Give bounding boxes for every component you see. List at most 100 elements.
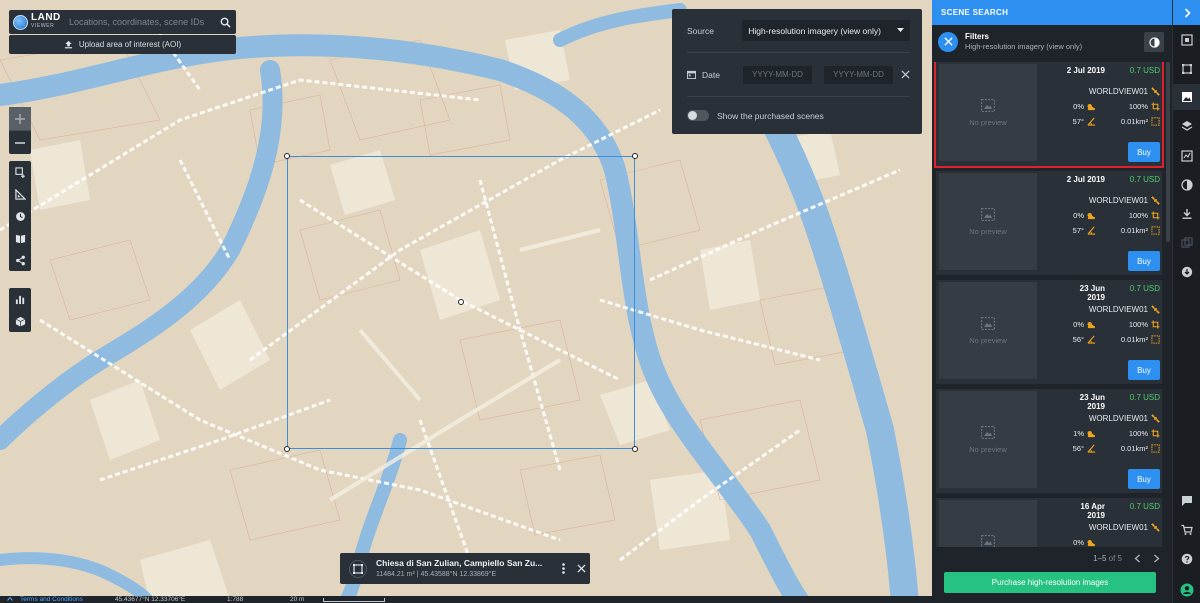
draw-aoi-button[interactable] [9, 161, 31, 183]
filters-subtitle: High-resolution imagery (view only) [965, 41, 1083, 51]
date-from-input[interactable]: YYYY-MM-DD [743, 65, 812, 84]
scene-preview[interactable]: No preview [939, 391, 1037, 488]
crop-icon [1151, 102, 1160, 111]
status-bar: Terms and Conditions 45.43677°N 12.33706… [0, 596, 932, 603]
share-button[interactable] [9, 249, 31, 271]
scene-date: 2 Jul 2019 [1066, 66, 1105, 75]
scene-satellite: WORLDVIEW01 [1088, 196, 1148, 205]
contrast-button[interactable] [1144, 32, 1164, 52]
buy-button[interactable]: Buy [1128, 360, 1160, 380]
rail-analytics-button[interactable] [1173, 143, 1200, 169]
app-logo[interactable]: LAND VIEWER [9, 10, 65, 34]
rail-import-button[interactable] [1173, 259, 1200, 285]
area-icon [1151, 226, 1160, 235]
image-placeholder-icon [981, 207, 995, 221]
pager-range: 1–5 [1093, 553, 1107, 563]
scene-off-nadir: 57° [1072, 226, 1084, 235]
3d-view-button[interactable] [9, 310, 31, 332]
rail-chat-button[interactable] [1173, 488, 1200, 514]
scene-card[interactable]: No preview 16 Apr 2019 0.7 USD WORLDVIEW01 0… [936, 498, 1162, 547]
scene-list-scrollbar[interactable] [1166, 62, 1170, 242]
upload-aoi-button[interactable]: Upload area of interest (AOI) [9, 35, 236, 54]
chevron-up-icon[interactable] [7, 596, 13, 602]
source-select[interactable]: High-resolution imagery (view only) [742, 20, 910, 41]
close-icon [576, 564, 586, 573]
clear-date-icon[interactable] [901, 70, 910, 79]
scene-preview[interactable]: No preview [939, 64, 1037, 161]
rail-satellite-button[interactable] [1173, 27, 1200, 53]
scene-satellite: WORLDVIEW01 [1088, 305, 1148, 314]
scene-preview[interactable]: No preview [939, 500, 1037, 547]
aoi-handle-sw[interactable] [284, 446, 290, 452]
rail-layers-button[interactable] [1173, 113, 1200, 139]
no-preview-label: No preview [969, 226, 1007, 236]
terms-link[interactable]: Terms and Conditions [20, 596, 83, 603]
satellite-frame-icon [1181, 34, 1193, 46]
ruler-icon [14, 188, 26, 200]
close-filters-button[interactable] [938, 31, 958, 52]
rail-cart-button[interactable] [1173, 517, 1200, 543]
aoi-handle-ne[interactable] [632, 153, 638, 159]
rail-scene-search-button[interactable] [1173, 84, 1200, 110]
scene-off-nadir: 56° [1072, 335, 1084, 344]
chevron-left-icon[interactable] [1134, 554, 1141, 563]
scene-date: 23 Jun 2019 [1079, 284, 1105, 302]
aoi-handle-center[interactable] [458, 299, 464, 305]
rail-aoi-button[interactable] [1173, 56, 1200, 82]
measure-button[interactable] [9, 183, 31, 205]
purchase-images-button[interactable]: Purchase high-resolution images [944, 572, 1156, 593]
layers-icon [1181, 121, 1193, 131]
aoi-handle-nw[interactable] [284, 153, 290, 159]
upload-aoi-label: Upload area of interest (AOI) [78, 40, 182, 49]
aoi-handle-se[interactable] [632, 446, 638, 452]
area-icon [1151, 335, 1160, 344]
time-lapse-button[interactable] [9, 205, 31, 227]
minus-icon [15, 141, 25, 144]
image-placeholder-icon [981, 534, 995, 547]
scene-card[interactable]: No preview 23 Jun 2019 0.7 USD WORLDVIEW01 1… [936, 389, 1162, 493]
scale-bar [323, 598, 385, 602]
source-row: Source High-resolution imagery (view onl… [687, 9, 910, 53]
collapse-sidebar-button[interactable] [1173, 0, 1200, 25]
rail-contrast-button[interactable] [1173, 172, 1200, 198]
satellite-icon [1151, 305, 1160, 314]
rail-account-button[interactable] [1173, 577, 1200, 603]
no-preview-label: No preview [969, 335, 1007, 345]
aoi-more-button[interactable] [554, 553, 572, 584]
chevron-right-icon[interactable] [1153, 554, 1160, 563]
analytics-button[interactable] [9, 288, 31, 310]
scene-price: 0.7 USD [1129, 284, 1160, 293]
search-input[interactable] [65, 10, 214, 34]
scene-area: 0.01km² [1120, 117, 1148, 126]
scene-list: No preview 2 Jul 2019 0.7 USD WORLDVIEW01 0%… [932, 62, 1172, 547]
aoi-close-button[interactable] [572, 553, 590, 584]
search-button[interactable] [214, 10, 236, 34]
scene-cloud-cover: 0% [1073, 538, 1084, 547]
download-circle-icon [1181, 266, 1193, 278]
rail-download-button[interactable] [1173, 201, 1200, 227]
contrast-icon [1148, 36, 1160, 48]
crop-icon [1151, 429, 1160, 438]
angle-icon [1087, 335, 1096, 344]
scene-satellite: WORLDVIEW01 [1088, 523, 1148, 532]
zoom-out-button[interactable] [9, 131, 31, 154]
scene-date: 23 Jun 2019 [1079, 393, 1105, 411]
buy-button[interactable]: Buy [1128, 251, 1160, 271]
user-avatar-icon [1180, 583, 1194, 597]
buy-button[interactable]: Buy [1128, 142, 1160, 162]
crop-icon [1151, 211, 1160, 220]
scene-card[interactable]: No preview 2 Jul 2019 0.7 USD WORLDVIEW01 0%… [934, 62, 1164, 168]
show-purchased-toggle[interactable] [687, 110, 709, 121]
show-purchased-row: Show the purchased scenes [687, 97, 910, 134]
date-to-input[interactable]: YYYY-MM-DD [824, 65, 893, 84]
scene-preview[interactable]: No preview [939, 282, 1037, 379]
scene-card[interactable]: No preview 23 Jun 2019 0.7 USD WORLDVIEW01 0… [936, 280, 1162, 384]
scene-preview[interactable]: No preview [939, 173, 1037, 270]
rail-compare-button[interactable] [1173, 230, 1200, 256]
buy-button[interactable]: Buy [1128, 469, 1160, 489]
cloud-icon [1087, 103, 1096, 110]
story-map-button[interactable] [9, 227, 31, 249]
zoom-in-button[interactable] [9, 107, 31, 130]
scene-card[interactable]: No preview 2 Jul 2019 0.7 USD WORLDVIEW01 0%… [936, 171, 1162, 275]
rail-help-button[interactable] [1173, 546, 1200, 572]
